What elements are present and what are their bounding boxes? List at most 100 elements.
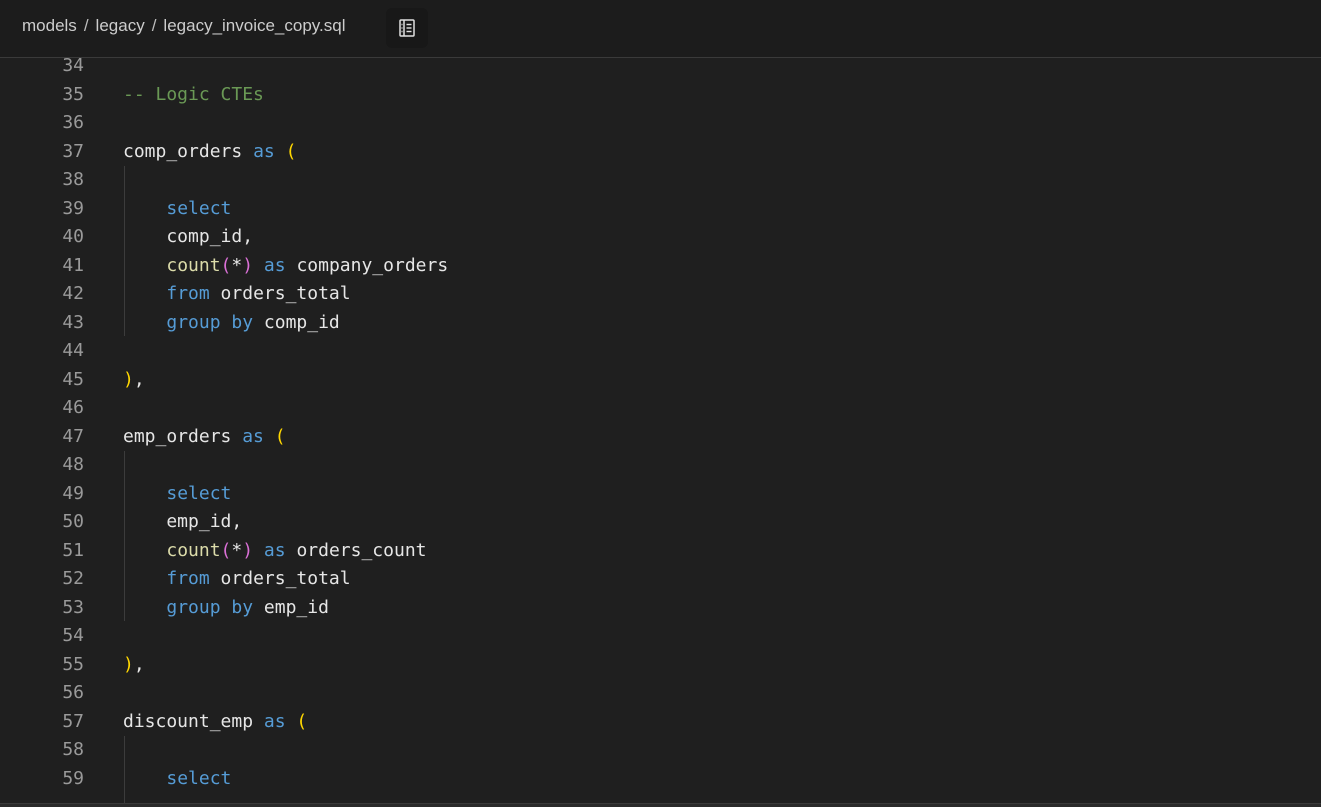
outline-list-icon	[399, 19, 415, 37]
code-token: as	[263, 710, 286, 732]
code-token: emp_id	[253, 596, 329, 618]
line-number: 50	[62, 511, 84, 532]
line-number: 40	[62, 226, 84, 247]
code-line[interactable]: 37 comp_orders as (	[0, 138, 1321, 167]
code-line[interactable]: 34	[0, 58, 1321, 81]
code-line[interactable]: 41 count(*) as company_orders	[0, 252, 1321, 281]
code-token: select	[166, 482, 232, 504]
line-number: 49	[62, 482, 84, 504]
code-line[interactable]: 49 select	[0, 480, 1321, 509]
code-line[interactable]: 54	[0, 622, 1321, 651]
code-token: comp_id	[253, 311, 340, 333]
code-text: ),	[123, 366, 145, 395]
code-line[interactable]: 44	[0, 337, 1321, 366]
line-number: 34	[62, 58, 84, 76]
code-token: count	[166, 539, 221, 561]
code-token: comp_orders	[123, 140, 243, 162]
code-token: as	[263, 254, 286, 276]
line-number: 57	[62, 710, 84, 732]
breadcrumb-item-legacy[interactable]: legacy	[96, 16, 145, 36]
code-token: discount_emp	[123, 710, 254, 732]
code-line[interactable]: 48	[0, 451, 1321, 480]
code-token: from	[166, 568, 210, 589]
code-token: as	[242, 425, 264, 447]
breadcrumb-item-file[interactable]: legacy_invoice_copy.sql	[163, 16, 345, 36]
code-token: select	[166, 767, 232, 789]
code-text: group by emp_id	[123, 594, 329, 623]
line-number: 44	[62, 340, 84, 361]
code-line[interactable]: 45),	[0, 366, 1321, 395]
breadcrumb-item-models[interactable]: models	[22, 16, 77, 36]
code-line[interactable]: 38	[0, 166, 1321, 195]
code-token: count	[166, 254, 221, 276]
line-number: 41	[62, 254, 84, 276]
code-text: comp_orders as (	[123, 138, 296, 167]
code-line[interactable]: 52 from orders_total	[0, 565, 1321, 594]
line-number: 36	[62, 112, 84, 133]
line-number: 59	[62, 767, 84, 789]
code-text: emp_orders as (	[123, 423, 286, 452]
code-text: count(*) as orders_count	[123, 537, 426, 566]
line-number: 56	[62, 682, 84, 703]
code-text: comp_id,	[123, 223, 253, 252]
code-line[interactable]: 35 -- Logic CTEs	[0, 81, 1321, 110]
code-line[interactable]: 58	[0, 736, 1321, 765]
code-token: ,	[133, 368, 145, 390]
code-line[interactable]: 47 emp_orders as (	[0, 423, 1321, 452]
code-line[interactable]: 57 discount_emp as (	[0, 708, 1321, 737]
code-token: (	[220, 254, 232, 276]
code-token: orders_total	[209, 283, 351, 304]
code-line[interactable]: 51 count(*) as orders_count	[0, 537, 1321, 566]
line-number: 43	[62, 311, 84, 333]
code-token: )	[242, 539, 254, 561]
code-line[interactable]: 55),	[0, 651, 1321, 680]
line-number: 55	[62, 653, 84, 675]
code-line[interactable]: 46	[0, 394, 1321, 423]
code-line[interactable]: 40 comp_id,	[0, 223, 1321, 252]
line-number: 53	[62, 596, 84, 618]
code-token: )	[123, 653, 134, 675]
horizontal-scrollbar[interactable]	[0, 803, 1321, 807]
code-line[interactable]: 43 group by comp_id	[0, 309, 1321, 338]
code-text: select	[123, 765, 231, 794]
code-token: ,	[133, 653, 145, 675]
code-line[interactable]: 39 select	[0, 195, 1321, 224]
code-line[interactable]: 36	[0, 109, 1321, 138]
code-token: comp_id,	[123, 226, 254, 247]
code-editor[interactable]: 34 35 -- Logic CTEs 36 37 comp_orders as (38 3…	[0, 58, 1321, 803]
code-token: *	[231, 539, 243, 561]
outline-button[interactable]	[386, 8, 428, 48]
code-text: group by comp_id	[123, 309, 340, 338]
line-number: 47	[62, 425, 84, 447]
code-token: group by	[166, 311, 254, 333]
code-text: select	[123, 480, 231, 509]
line-number: 46	[62, 397, 84, 418]
code-token: (	[296, 710, 308, 732]
code-line[interactable]: 53 group by emp_id	[0, 594, 1321, 623]
breadcrumb-separator: /	[83, 16, 89, 35]
code-line[interactable]: 42 from orders_total	[0, 280, 1321, 309]
code-token: as	[253, 140, 275, 162]
code-line[interactable]: 56	[0, 679, 1321, 708]
code-line[interactable]: 50 emp_id,	[0, 508, 1321, 537]
line-number: 45	[62, 368, 84, 390]
line-number: 42	[62, 283, 84, 304]
code-token: group by	[166, 596, 254, 618]
code-text: -- Logic CTEs	[123, 81, 264, 110]
code-text: from orders_total	[123, 565, 350, 594]
code-line[interactable]: 59 select	[0, 765, 1321, 794]
code-text: from orders_total	[123, 280, 351, 309]
breadcrumb-separator: /	[151, 16, 157, 35]
